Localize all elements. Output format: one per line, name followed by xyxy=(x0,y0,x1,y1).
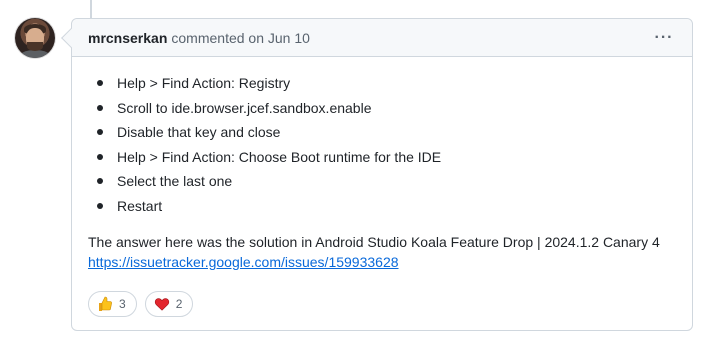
list-item: Scroll to ide.browser.jcef.sandbox.enabl… xyxy=(88,98,676,118)
list-item-text: Help > Find Action: Choose Boot runtime … xyxy=(117,148,442,165)
list-item: Help > Find Action: Choose Boot runtime … xyxy=(88,147,676,167)
avatar-shirt xyxy=(19,50,51,58)
list-item-text: Help > Find Action: Registry xyxy=(117,75,291,91)
list-item: Disable that key and close xyxy=(88,122,676,142)
list-item-text: Disable that key and close xyxy=(117,124,281,140)
comment-header: mrcnserkan commented on Jun 10 ··· xyxy=(72,19,692,57)
list-item: Restart xyxy=(88,196,676,216)
steps-list: Help > Find Action: Registry Scroll to i… xyxy=(88,73,676,216)
comment-timestamp[interactable]: commented on Jun 10 xyxy=(171,30,310,46)
kebab-menu-icon[interactable]: ··· xyxy=(652,29,676,47)
bullet xyxy=(97,80,103,86)
issue-link[interactable]: https://issuetracker.google.com/issues/1… xyxy=(88,254,399,270)
comment-box: mrcnserkan commented on Jun 10 ··· Help … xyxy=(61,18,693,331)
reaction-thumbs-up-button[interactable]: 3 xyxy=(88,290,137,317)
thumbs-up-icon xyxy=(97,296,113,312)
comment-paragraph: The answer here was the solution in Andr… xyxy=(88,232,676,272)
author-link[interactable]: mrcnserkan xyxy=(88,30,167,46)
list-item: Help > Find Action: Registry xyxy=(88,73,676,93)
list-item-text: Select the last one xyxy=(117,173,233,189)
reaction-heart-button[interactable]: 2 xyxy=(144,290,194,317)
avatar-beard xyxy=(27,42,43,51)
bullet xyxy=(97,104,103,111)
comment-body: Help > Find Action: Registry Scroll to i… xyxy=(72,57,692,317)
bullet xyxy=(97,202,103,209)
bullet xyxy=(97,178,103,184)
reactions-bar: 3 2 xyxy=(88,290,676,317)
timeline-line xyxy=(90,0,92,18)
heart-icon xyxy=(154,296,170,312)
reaction-count: 3 xyxy=(119,296,126,311)
list-item: Select the last one xyxy=(88,171,676,191)
bullet xyxy=(97,153,103,160)
reaction-count: 2 xyxy=(175,296,183,311)
list-item-text: Scroll to ide.browser.jcef.sandbox.enabl… xyxy=(117,99,372,116)
avatar[interactable] xyxy=(15,18,55,58)
paragraph-text: The answer here was the solution in Andr… xyxy=(88,233,660,250)
list-item-text: Restart xyxy=(117,197,163,214)
bullet xyxy=(97,129,103,135)
